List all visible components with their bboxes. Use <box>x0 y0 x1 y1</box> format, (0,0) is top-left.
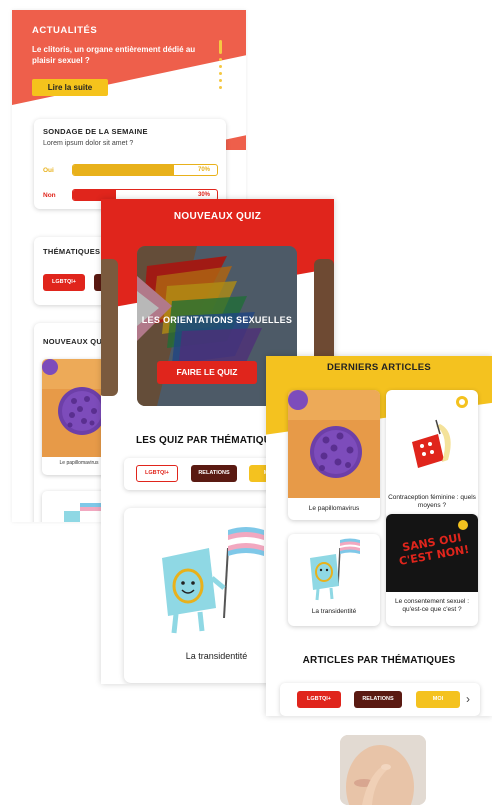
articles-header: DERNIERS ARTICLES <box>327 362 431 373</box>
article-theme-chips: LGBTQI+ RELATIONS MOI › <box>280 683 480 716</box>
transidentity-mascot-image <box>310 538 360 601</box>
article-label: La transidentité <box>311 608 357 615</box>
poll-question: Lorem ipsum dolor sit amet ? <box>43 140 134 147</box>
quiz-themes-title: LES QUIZ PAR THÉMATIQUES <box>136 435 285 446</box>
chip-relations[interactable]: RELATIONS <box>191 465 237 482</box>
quiz-card-prev[interactable] <box>101 259 118 396</box>
themes-title: THÉMATIQUES <box>43 247 101 256</box>
consent-image-text: SANS OUI C'EST NON! <box>398 531 471 568</box>
chip-moi[interactable]: MOI <box>416 691 460 708</box>
article-label: Le papillomavirus <box>308 505 360 512</box>
consent-image: SANS OUI C'EST NON! <box>386 514 478 592</box>
article-card-consent[interactable]: SANS OUI C'EST NON! Le consentement sexu… <box>386 514 478 626</box>
article-card-contraception[interactable]: Contraception féminine : quels moyens ? <box>386 390 478 520</box>
chevron-right-icon[interactable]: › <box>466 691 470 708</box>
new-quiz-title: NOUVEAUX QUIZ <box>43 337 110 346</box>
poll-card: SONDAGE DE LA SEMAINE Lorem ipsum dolor … <box>34 119 226 209</box>
poll-option-no-percent: 30% <box>198 192 211 198</box>
read-more-button[interactable]: Lire la suite <box>32 79 108 96</box>
chip-relations[interactable]: RELATIONS <box>354 691 402 708</box>
poll-bar-fill <box>73 165 174 175</box>
face-image <box>340 735 426 805</box>
carousel-indicator[interactable] <box>219 40 222 96</box>
chip-lgbtqi[interactable]: LGBTQI+ <box>297 691 341 708</box>
news-title[interactable]: Le clitoris, un organe entièrement dédié… <box>32 44 207 66</box>
quiz-header: NOUVEAUX QUIZ <box>173 211 262 222</box>
article-label: Le consentement sexuel : qu'est-ce que c… <box>394 598 470 613</box>
start-quiz-button[interactable]: FAIRE LE QUIZ <box>157 361 257 384</box>
quiz-title: LES ORIENTATIONS SEXUELLES <box>141 315 293 325</box>
poll-option-no-label: Non <box>43 192 56 199</box>
articles-screen: DERNIERS ARTICLES Le papillomavirus Cont… <box>266 356 492 716</box>
article-label: Contraception féminine : quels moyens ? <box>388 494 476 509</box>
chip-lgbtqi[interactable]: LGBTQI+ <box>136 465 178 482</box>
contraception-image <box>412 396 468 468</box>
poll-option-yes-percent: 70% <box>198 167 211 173</box>
article-thumbnail-face[interactable] <box>340 735 426 805</box>
article-card-papillomavirus[interactable]: Le papillomavirus <box>288 390 380 520</box>
bookmark-icon[interactable] <box>458 520 468 530</box>
poll-option-yes-bar[interactable] <box>72 164 218 176</box>
article-card-transidentity[interactable]: La transidentité <box>288 534 380 626</box>
chip-lgbtqi[interactable]: LGBTQI+ <box>43 274 85 291</box>
news-label: ACTUALITÉS <box>32 25 98 36</box>
poll-title: SONDAGE DE LA SEMAINE <box>43 127 148 136</box>
virus-image <box>288 390 380 498</box>
article-themes-title: ARTICLES PAR THÉMATIQUES <box>302 655 456 666</box>
poll-option-yes-label: Oui <box>43 167 54 174</box>
